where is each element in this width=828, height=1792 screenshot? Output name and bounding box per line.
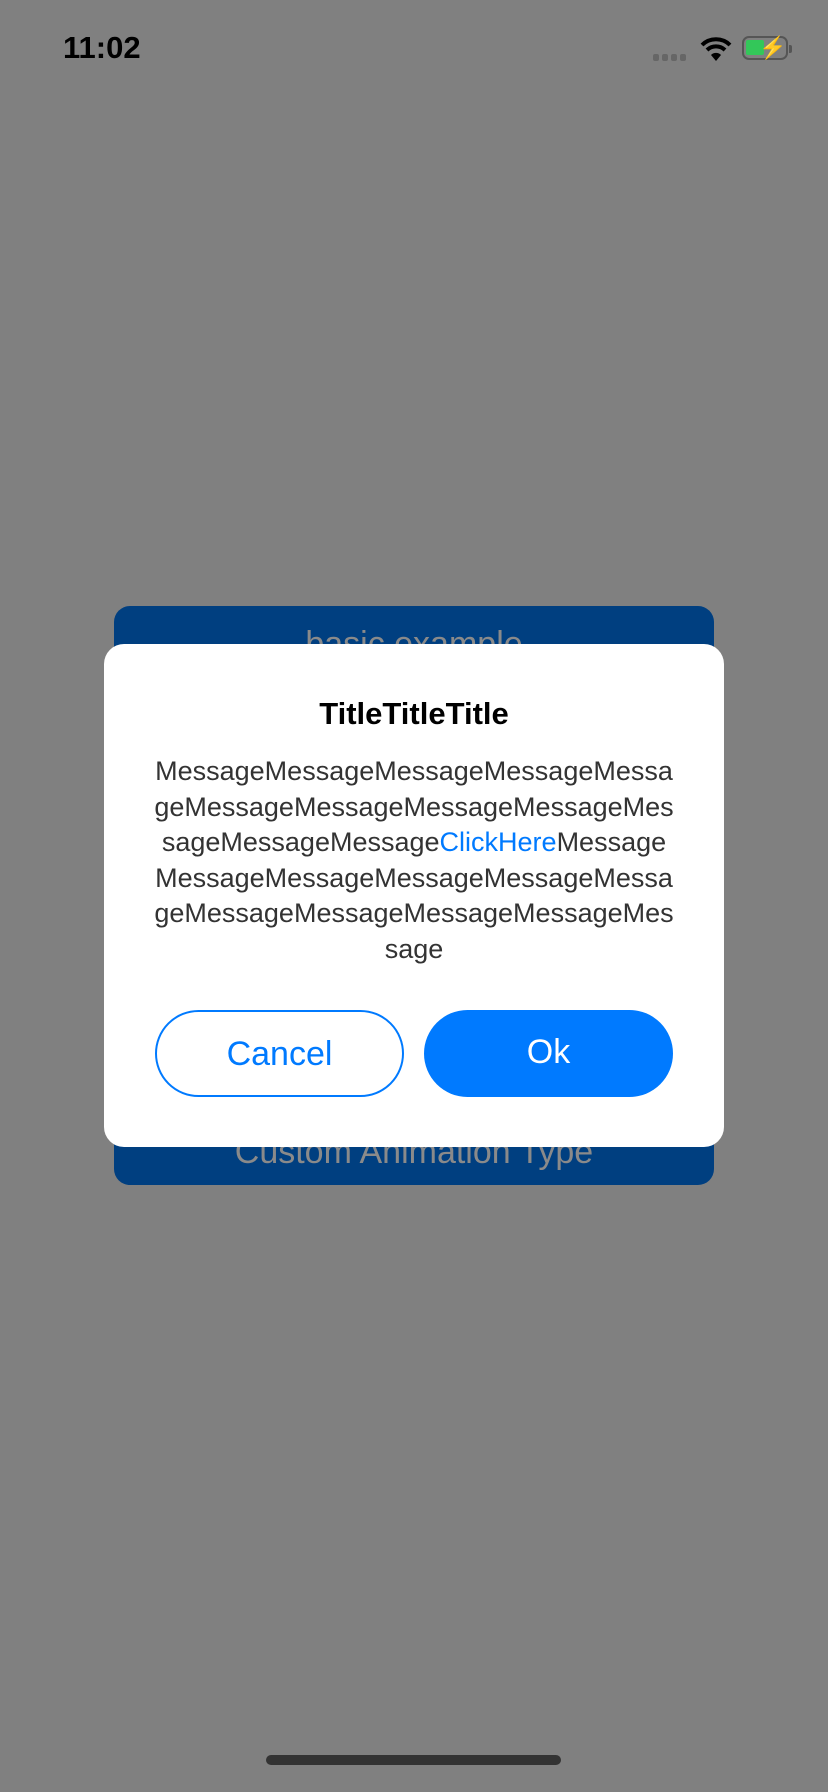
signal-icon	[653, 54, 686, 61]
wifi-icon	[700, 37, 732, 61]
status-time: 11:02	[63, 30, 141, 65]
alert-dialog: TitleTitleTitle MessageMessageMessageMes…	[104, 644, 724, 1147]
battery-charging-icon: ⚡	[742, 35, 792, 60]
home-indicator[interactable]	[266, 1755, 561, 1765]
dialog-message: MessageMessageMessageMessageMessageMessa…	[154, 754, 674, 968]
dialog-title: TitleTitleTitle	[319, 696, 509, 731]
ok-button[interactable]: Ok	[424, 1010, 673, 1097]
click-here-link[interactable]: ClickHere	[440, 827, 557, 857]
cancel-button[interactable]: Cancel	[155, 1010, 404, 1097]
